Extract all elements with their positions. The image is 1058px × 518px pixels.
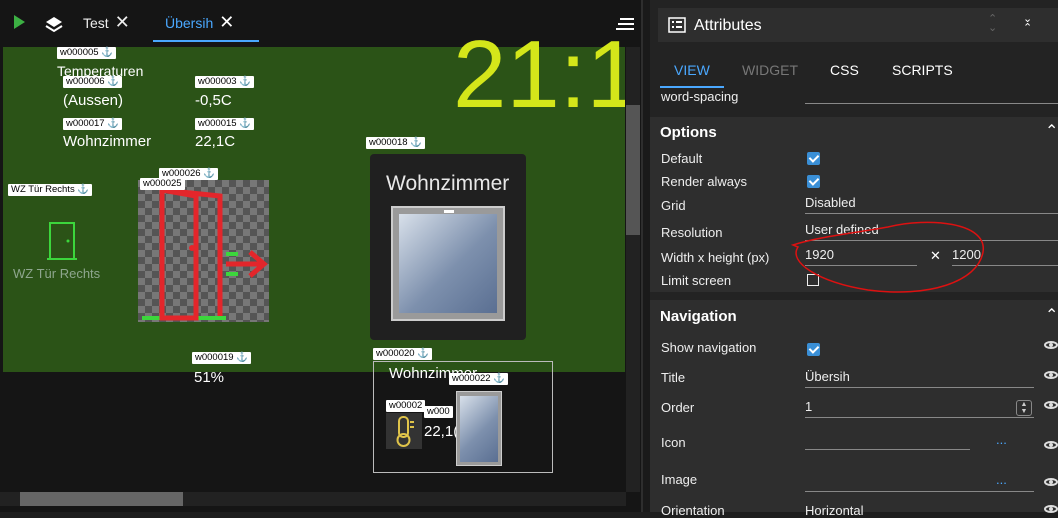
chevron-up-icon[interactable]: ⌃ [1045, 305, 1058, 325]
eye-icon[interactable] [1044, 478, 1058, 486]
options-header[interactable]: Options [660, 124, 717, 141]
title-input[interactable]: Übersih [805, 368, 1034, 388]
default-checkbox[interactable] [807, 152, 820, 165]
eye-icon[interactable] [1044, 371, 1058, 379]
resolution-label: Resolution [661, 225, 723, 240]
grid-value: Disabled [805, 195, 856, 210]
title-label: Title [661, 370, 686, 385]
attributes-header: Attributes ⌃ ⌄ ⌄ ⌃ [658, 8, 1058, 42]
close-icon[interactable]: ✕ [115, 12, 130, 32]
icon-label: Icon [661, 435, 686, 450]
aussen-value: -0,5C [195, 92, 232, 109]
eye-icon[interactable] [1044, 441, 1058, 449]
word-spacing-input[interactable] [805, 84, 1058, 104]
widget-tag[interactable]: w000020 ⚓ [373, 348, 433, 360]
door-icon[interactable] [47, 221, 77, 261]
limit-screen-label: Limit screen [661, 273, 732, 288]
render-always-checkbox[interactable] [807, 175, 820, 188]
clock-display[interactable]: 21:1 [453, 25, 625, 125]
image-picker-button[interactable]: ... [996, 472, 1007, 487]
eye-icon[interactable] [1044, 401, 1058, 409]
door-label: WZ Tür Rechts [13, 266, 101, 281]
widget-tag[interactable]: w000006 ⚓ [63, 76, 123, 88]
collapse-icon[interactable]: ⌄ ⌃ [1023, 14, 1032, 34]
show-navigation-label: Show navigation [661, 340, 757, 355]
view-canvas[interactable]: w000005 ⚓ Temperaturen w000006 ⚓ (Aussen… [3, 25, 625, 386]
door-widget[interactable] [138, 180, 269, 322]
attributes-tabs: VIEW WIDGET CSS SCRIPTS [650, 50, 1058, 88]
annotation-circle [790, 221, 984, 293]
grid-label: Grid [661, 198, 686, 213]
list-icon [668, 17, 686, 33]
tab-view[interactable]: VIEW [674, 62, 710, 78]
editor-pane: Test ✕ Übersih ✕ w000005 ⚓ Temperaturen w0… [0, 0, 643, 512]
percent-value: 51% [194, 369, 225, 386]
widget-tag[interactable]: w000003 ⚓ [195, 76, 255, 88]
order-label: Order [661, 400, 695, 415]
expand-icon[interactable]: ⌃ ⌄ [988, 14, 997, 34]
show-navigation-checkbox[interactable] [807, 343, 820, 356]
order-input[interactable]: 1 [805, 398, 1034, 418]
play-icon[interactable] [14, 15, 25, 29]
orientation-label: Orientation [661, 503, 725, 518]
word-spacing-label: word-spacing [661, 89, 739, 104]
splitter[interactable] [643, 0, 650, 512]
wohnzimmer-value: 22,1C [195, 133, 236, 150]
grid-select[interactable]: Disabled [805, 194, 1058, 214]
group-value: 22,1( [424, 423, 459, 440]
vertical-scrollbar[interactable] [626, 47, 640, 492]
widget-tag[interactable]: w000017 ⚓ [63, 118, 123, 130]
widget-tag[interactable]: WZ Tür Rechts ⚓ [8, 184, 93, 196]
orientation-value[interactable]: Horizontal [805, 503, 864, 518]
widget-tag[interactable]: w000018 ⚓ [366, 137, 426, 149]
close-icon[interactable]: ✕ [219, 12, 234, 32]
widget-tag[interactable]: w000005 ⚓ [57, 47, 117, 59]
title-value: Übersih [805, 369, 850, 384]
tab-widget[interactable]: WIDGET [742, 62, 798, 78]
width-height-label: Width x height (px) [661, 250, 770, 265]
chevron-up-icon[interactable]: ⌃ [1045, 121, 1058, 141]
card-title: Wohnzimmer [386, 172, 510, 195]
active-tab-indicator [153, 40, 259, 42]
aussen-label: (Aussen) [63, 92, 124, 109]
layers-icon[interactable] [44, 15, 64, 35]
widget-tag[interactable]: w000025 [140, 178, 185, 190]
horizontal-scrollbar[interactable] [0, 492, 626, 506]
window-icon [391, 206, 505, 321]
widget-tag[interactable]: w000022 ⚓ [449, 373, 509, 385]
widget-tag[interactable]: w000019 ⚓ [192, 352, 252, 364]
order-value: 1 [805, 399, 813, 414]
widget-tag[interactable]: w000015 ⚓ [195, 118, 255, 130]
tab-scripts[interactable]: SCRIPTS [892, 62, 953, 78]
image-label: Image [661, 472, 698, 487]
active-tab-indicator [660, 86, 724, 88]
tab-label: Test [83, 15, 109, 31]
icon-input[interactable] [805, 430, 970, 450]
thermometer-icon [386, 413, 422, 449]
tab-css[interactable]: CSS [830, 62, 859, 78]
icon-picker-button[interactable]: ... [996, 432, 1007, 447]
navigation-header[interactable]: Navigation [660, 308, 737, 325]
widget-tag[interactable]: w000 [424, 406, 453, 418]
eye-icon[interactable] [1044, 341, 1058, 349]
stepper-icon[interactable]: ▲ ▼ [1016, 400, 1032, 416]
attributes-panel: Attributes ⌃ ⌄ ⌄ ⌃ VIEW WIDGET CSS SCRIPTS… [650, 0, 1058, 518]
tab-label: Übersih [165, 15, 214, 31]
wohnzimmer-card[interactable]: Wohnzimmer [370, 154, 526, 340]
wohnzimmer-label: Wohnzimmer [63, 133, 152, 150]
attributes-title: Attributes [694, 17, 762, 34]
open-door-icon [142, 187, 268, 321]
default-label: Default [661, 151, 703, 166]
widget-tag[interactable]: w00002 [386, 400, 426, 412]
render-always-label: Render always [661, 174, 747, 189]
tab-uebersih[interactable]: Übersih ✕ [165, 12, 234, 34]
window-small-icon [456, 391, 502, 466]
tab-test[interactable]: Test ✕ [83, 12, 130, 34]
